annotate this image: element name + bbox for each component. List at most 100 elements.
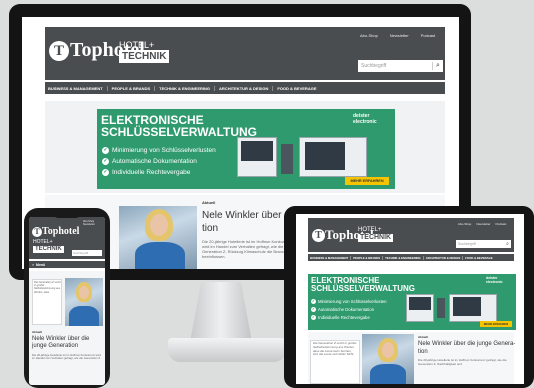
photo-face xyxy=(382,342,394,358)
hotel-plus-label: HOTEL+ xyxy=(119,40,155,50)
logo-o: T xyxy=(32,226,42,237)
logo-text: Tophotel xyxy=(42,226,80,237)
tablet-terminal-image xyxy=(437,298,445,318)
tablet-ad-banner[interactable]: ELEKTRONISCHE SCHLÜSSELVERWALTUNG ✓ Mini… xyxy=(308,274,516,330)
phone-menu-label: Menü xyxy=(36,262,46,267)
link-abo-shop[interactable]: Abo-Shop xyxy=(360,33,378,38)
ad-bullet-3: ✓ Individuelle Rechtevergabe xyxy=(102,169,190,176)
tablet-link-abo[interactable]: Abo-Shop xyxy=(458,222,471,226)
phone-article-photo[interactable] xyxy=(65,278,103,326)
terminal-image xyxy=(281,144,293,174)
tablet-screen: T Tophotel HOTEL+ TECHNIK Abo-Shop Newsl… xyxy=(296,214,524,384)
check-icon: ✓ xyxy=(311,299,316,304)
ad-bullet-2: ✓ Automatische Dokumentation xyxy=(102,158,197,165)
photo-body xyxy=(69,306,99,326)
photo-body xyxy=(370,364,406,384)
key-cabinet-window xyxy=(241,141,273,161)
hamburger-icon[interactable]: ≡ xyxy=(32,263,34,267)
tablet-top-links: Abo-Shop Newsletter Podcast xyxy=(458,222,506,226)
photo-body xyxy=(135,242,185,269)
tablet-key-cabinet-window xyxy=(409,297,431,310)
nav-technik[interactable]: TECHNIK & ENGINEERING xyxy=(159,85,216,91)
tablet-hotel-plus: HOTEL+ xyxy=(358,227,382,233)
tablet-nav-food[interactable]: FOOD & BEVERAGE xyxy=(465,256,492,260)
tablet-nav-business[interactable]: BUSINESS & MANAGEMENT xyxy=(310,255,352,260)
phone-article-kicker: Aktuell xyxy=(32,330,43,334)
search-input[interactable]: Suchbegriff ⌕ xyxy=(358,60,443,72)
nav-architektur[interactable]: ARCHITEKTUR & DESIGN xyxy=(219,85,274,91)
phone-hotel-plus: HOTEL+ xyxy=(33,239,53,245)
logo-o: T xyxy=(49,40,69,61)
tablet-ad-bullet-2-text: Automatische Dokumentation xyxy=(318,307,375,312)
tablet-ad-bullet-1: ✓ Minimierung von Schlüsselverlusten xyxy=(311,299,387,304)
tablet-article-teaser: Die 20-jährige Hotellerie ist im Hoffnun… xyxy=(418,359,507,366)
ad-banner[interactable]: ELEKTRONISCHE SCHLÜSSELVERWALTUNG ✓ Mini… xyxy=(97,109,395,189)
top-links: Abo-Shop Newsletter Podcast xyxy=(360,33,435,38)
tablet-ad-headline-2: SCHLÜSSELVERWALTUNG xyxy=(311,284,416,293)
phone-logo[interactable]: T Tophotel xyxy=(32,226,79,237)
phone-top-links: Abo-Shop Newsletter xyxy=(83,220,95,226)
photo-face xyxy=(79,286,89,299)
phone-screen: T Tophotel Abo-Shop Newsletter HOTEL+ TE… xyxy=(29,217,105,385)
phone-header: T Tophotel Abo-Shop Newsletter HOTEL+ TE… xyxy=(29,217,105,259)
ad-bullet-3-text: Individuelle Rechtevergabe xyxy=(112,169,191,176)
tablet-search-input[interactable]: Suchbegriff ⌕ xyxy=(456,240,511,248)
phone-article-title[interactable]: Nele Winkler über die junge Generation xyxy=(32,336,102,350)
main-nav: BUSINESS & MANAGEMENT PEOPLE & BRANDS TE… xyxy=(45,82,445,94)
phone-technik: TECHNIK xyxy=(33,246,64,253)
tablet-ad-brand: deister electronic xyxy=(486,276,503,284)
ad-brand: deister electronic xyxy=(353,113,377,125)
check-icon: ✓ xyxy=(102,169,109,176)
check-icon: ✓ xyxy=(311,315,316,320)
key-locker-window xyxy=(305,142,345,170)
phone-link-newsletter[interactable]: Newsletter xyxy=(83,223,95,226)
nav-business[interactable]: BUSINESS & MANAGEMENT xyxy=(48,85,108,91)
tablet-quote: Die Generation Z sucht in großer Selbstb… xyxy=(313,342,357,357)
tablet-article-kicker: Aktuell xyxy=(418,335,429,339)
check-icon: ✓ xyxy=(311,307,316,312)
check-icon: ✓ xyxy=(102,147,109,154)
tablet-nav-people[interactable]: PEOPLE & BRANDS xyxy=(353,255,384,260)
search-icon[interactable]: ⌕ xyxy=(504,241,511,247)
tablet-ad-bullet-3: ✓ Individuelle Rechtevergabe xyxy=(311,315,370,320)
tablet-nav: BUSINESS & MANAGEMENT PEOPLE & BRANDS TE… xyxy=(308,254,514,261)
nav-people[interactable]: PEOPLE & BRANDS xyxy=(112,85,156,91)
article-title-line-2[interactable]: tion xyxy=(202,223,218,234)
ad-bullet-1-text: Minimierung von Schlüsselverlusten xyxy=(112,147,216,154)
tablet-link-newsletter[interactable]: Newsletter xyxy=(476,222,490,226)
article-kicker: Aktuell xyxy=(202,200,216,205)
tablet-header: T Tophotel HOTEL+ TECHNIK Abo-Shop Newsl… xyxy=(308,218,514,252)
phone-search-input[interactable]: Suchbegriff xyxy=(72,250,102,256)
ad-bullet-2-text: Automatische Dokumentation xyxy=(112,158,197,165)
check-icon: ✓ xyxy=(102,158,109,165)
site-header: T Tophotel HOTEL+ TECHNIK Abo-Shop Newsl… xyxy=(45,27,445,80)
tablet-technik: TECHNIK xyxy=(358,234,394,242)
ad-headline-2: SCHLÜSSELVERWALTUNG xyxy=(101,125,258,139)
link-newsletter[interactable]: Newsletter xyxy=(390,33,409,38)
link-podcast[interactable]: Podcast xyxy=(421,33,435,38)
phone-notch xyxy=(53,212,81,218)
tablet-ad-cta-button[interactable]: MEHR ERFAHREN xyxy=(480,321,512,327)
tablet-search-placeholder: Suchbegriff xyxy=(458,242,476,246)
tablet-article-title-2[interactable]: tion xyxy=(418,349,428,355)
monitor-stand-base xyxy=(168,338,286,362)
logo-o: T xyxy=(312,228,325,242)
tablet-ad-bullet-2: ✓ Automatische Dokumentation xyxy=(311,307,374,312)
tablet-article-title-1[interactable]: Nele Winkler über die junge Genera- xyxy=(418,341,515,347)
tablet-ad-bullet-1-text: Minimierung von Schlüsselverlusten xyxy=(318,299,387,304)
phone-menu-bar[interactable]: ≡ Menü xyxy=(29,261,105,268)
search-icon[interactable]: ⌕ xyxy=(432,62,443,70)
article-photo[interactable] xyxy=(119,206,197,269)
ad-cta-button[interactable]: MEHR ERFAHREN xyxy=(345,177,389,185)
tablet-article-photo[interactable] xyxy=(362,334,414,384)
tablet-ad-bullet-3-text: Individuelle Rechtevergabe xyxy=(318,315,370,320)
phone-search-placeholder: Suchbegriff xyxy=(73,251,89,255)
tablet-link-podcast[interactable]: Podcast xyxy=(496,222,507,226)
nav-food[interactable]: FOOD & BEVERAGE xyxy=(277,86,316,91)
photo-face xyxy=(150,214,168,236)
tablet-nav-architektur[interactable]: ARCHITEKTUR & DESIGN xyxy=(426,255,464,260)
phone-quote: Die Generation Z sucht in großer Selbstb… xyxy=(34,281,61,294)
tablet-nav-technik[interactable]: TECHNIK & ENGINEERING xyxy=(385,255,424,260)
search-placeholder: Suchbegriff xyxy=(361,63,387,69)
tablet-key-locker-window xyxy=(453,297,481,316)
